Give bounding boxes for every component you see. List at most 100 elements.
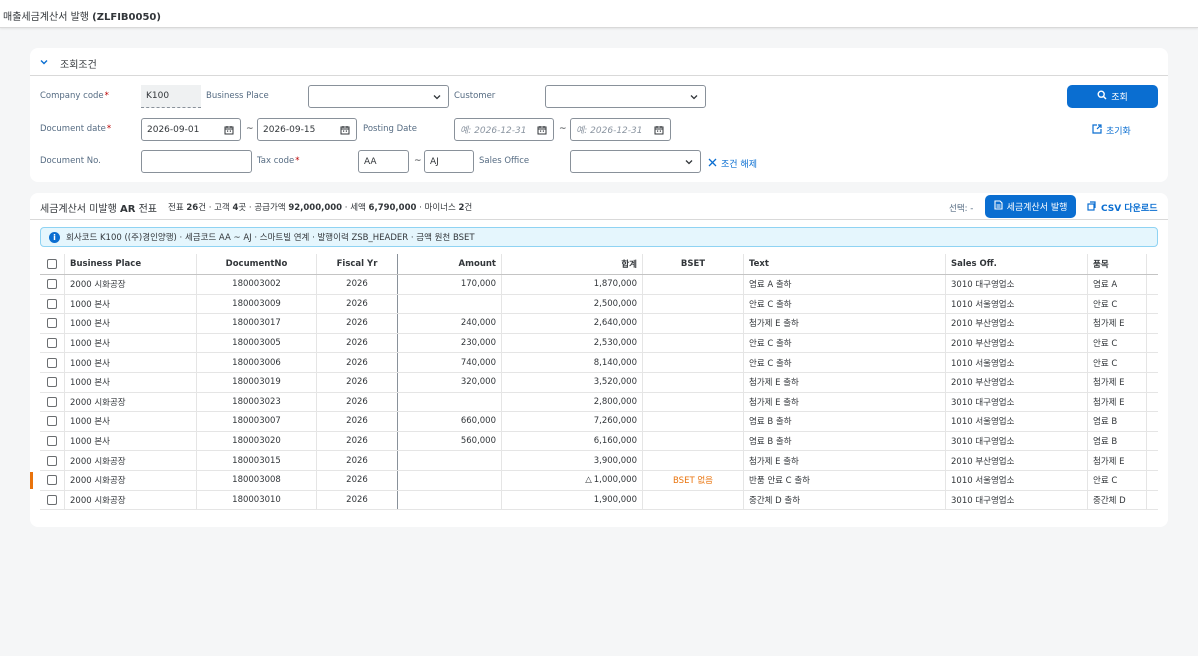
item-cell: 안료 C	[1088, 353, 1147, 372]
table-row[interactable]: 2000 시화공장 180003023 2026 2,800,000 첨가제 E 출하 3…	[40, 392, 1158, 413]
table-row[interactable]: 2000 시화공장 180003008 2026 △ 1,000,000 BSET 없음 반…	[30, 470, 1158, 491]
table-row[interactable]: 1000 본사 180003020 2026 560,000 6,160,000 염료 B…	[40, 431, 1158, 452]
row-checkbox[interactable]	[47, 396, 57, 407]
table-row[interactable]: 2000 시화공장 180003002 2026 170,000 1,870,000 염료…	[40, 275, 1158, 295]
search-button[interactable]: 조회	[1067, 85, 1158, 108]
row-checkbox[interactable]	[47, 298, 57, 309]
table-panel: 세금계산서 미발행 AR 전표 전표 26건 · 고객 4곳 · 공급가액 92…	[30, 193, 1168, 527]
row-checkbox[interactable]	[47, 357, 57, 368]
business-place-cell: 2000 시화공장	[65, 490, 197, 510]
col-text[interactable]: Text	[744, 254, 946, 274]
select-all-checkbox[interactable]	[47, 259, 57, 269]
table-row[interactable]: 1000 본사 180003009 2026 2,500,000 안료 C 출하 1010…	[40, 294, 1158, 315]
fiscal-year-cell: 2026	[317, 372, 398, 392]
calendar-icon[interactable]	[653, 124, 665, 136]
business-place-select[interactable]	[308, 85, 449, 108]
search-button-label: 조회	[1111, 93, 1128, 103]
amount-cell: 320,000	[398, 372, 502, 392]
business-place-cell: 1000 본사	[65, 412, 197, 431]
bset-cell	[643, 275, 744, 294]
table-toolbar: 세금계산서 미발행 AR 전표 전표 26건 · 고객 4곳 · 공급가액 92…	[30, 193, 1168, 220]
info-icon: i	[49, 231, 60, 243]
col-amount[interactable]: Amount	[398, 254, 502, 274]
customer-select[interactable]	[545, 85, 706, 108]
table-row[interactable]: 2000 시화공장 180003015 2026 3,900,000 첨가제 E 출하 2…	[40, 451, 1158, 471]
row-checkbox[interactable]	[47, 436, 57, 447]
row-warning-marker	[30, 471, 33, 489]
table-row[interactable]: 1000 본사 180003006 2026 740,000 8,140,000 안료 C…	[40, 353, 1158, 373]
posting-date-from[interactable]: 예: 2026-12-31	[454, 118, 554, 141]
ar-documents-table: Business Place DocumentNo Fiscal Yr Amou…	[30, 254, 1158, 511]
calendar-icon[interactable]	[536, 124, 548, 136]
csv-download-button[interactable]: CSV 다운로드	[1087, 201, 1157, 214]
document-no-cell: 180003009	[197, 294, 317, 314]
row-checkbox[interactable]	[47, 455, 57, 466]
tax-code-from[interactable]: AA	[358, 150, 409, 173]
row-checkbox[interactable]	[47, 338, 57, 349]
business-place-cell: 1000 본사	[65, 294, 197, 314]
fiscal-year-cell: 2026	[317, 294, 398, 314]
text-cell: 염료 A 출하	[744, 275, 946, 294]
sales-office-cell: 2010 부산영업소	[946, 333, 1088, 353]
row-select-cell	[40, 431, 65, 451]
table-row[interactable]: 1000 본사 180003019 2026 320,000 3,520,000 첨가제 …	[40, 372, 1158, 393]
document-no-cell: 180003020	[197, 431, 317, 451]
row-checkbox[interactable]	[47, 377, 57, 388]
table-row[interactable]: 1000 본사 180003005 2026 230,000 2,530,000 안료 C…	[40, 333, 1158, 354]
table-row[interactable]: 2000 시화공장 180003010 2026 1,900,000 중간체 D 출하 3…	[40, 490, 1158, 511]
chevron-down-icon	[688, 91, 700, 103]
bset-cell	[643, 392, 744, 412]
chevron-down-icon	[431, 91, 443, 103]
table-row[interactable]: 1000 본사 180003017 2026 240,000 2,640,000 첨가제 …	[40, 314, 1158, 334]
document-date-from[interactable]: 2026-09-01	[141, 118, 241, 141]
text-cell: 안료 C 출하	[744, 333, 946, 353]
document-date-to[interactable]: 2026-09-15	[257, 118, 357, 141]
row-checkbox[interactable]	[47, 494, 57, 505]
fiscal-year-cell: 2026	[317, 353, 398, 372]
chevron-down-icon[interactable]	[39, 57, 49, 67]
row-checkbox[interactable]	[47, 475, 57, 486]
tax-code-to[interactable]: AJ	[424, 150, 474, 173]
selection-status: 선택: -	[949, 204, 974, 214]
total-value: 1,000,000	[593, 475, 637, 486]
calendar-icon[interactable]	[223, 124, 235, 136]
fiscal-year-cell: 2026	[317, 431, 398, 451]
col-bset[interactable]: BSET	[643, 254, 744, 274]
filter-header[interactable]: 조회조건	[30, 48, 1168, 76]
col-item[interactable]: 품목	[1088, 254, 1147, 274]
document-no-cell: 180003007	[197, 412, 317, 431]
item-cell: 첨가제 E	[1088, 314, 1147, 333]
bset-cell	[643, 314, 744, 333]
total-cell: 2,500,000	[502, 294, 643, 314]
row-checkbox[interactable]	[47, 318, 57, 329]
row-select-cell	[40, 353, 65, 372]
calendar-icon[interactable]	[339, 124, 351, 136]
row-checkbox[interactable]	[47, 279, 57, 290]
item-cell: 안료 C	[1088, 333, 1147, 353]
bset-cell: BSET 없음	[643, 470, 744, 490]
col-business-place[interactable]: Business Place	[65, 254, 197, 274]
app-title-text: 매출세금계산서 발행	[3, 12, 93, 23]
total-cell: 3,900,000	[502, 451, 643, 470]
issue-invoice-button[interactable]: 세금계산서 발행	[985, 195, 1076, 218]
amount-cell	[398, 294, 502, 314]
row-select-cell	[40, 392, 65, 412]
business-place-cell: 2000 시화공장	[65, 451, 197, 470]
document-no-label: Document No.	[40, 156, 101, 166]
col-document-no[interactable]: DocumentNo	[197, 254, 317, 274]
sales-office-select[interactable]	[570, 150, 701, 173]
col-sales-office[interactable]: Sales Off.	[946, 254, 1088, 274]
item-cell: 중간체 D	[1088, 490, 1147, 510]
table-row[interactable]: 1000 본사 180003007 2026 660,000 7,260,000 염료 B…	[40, 412, 1158, 432]
posting-date-to[interactable]: 예: 2026-12-31	[570, 118, 671, 141]
row-checkbox[interactable]	[47, 416, 57, 427]
fiscal-year-cell: 2026	[317, 470, 398, 490]
document-no-input[interactable]	[141, 150, 252, 173]
reset-button[interactable]: 초기화	[1092, 124, 1131, 137]
col-total[interactable]: 합계	[502, 254, 643, 274]
app-code: (ZLFIB0050)	[92, 12, 161, 23]
sales-office-cell: 3010 대구영업소	[946, 392, 1088, 412]
document-no-cell: 180003002	[197, 275, 317, 294]
col-fiscal-year[interactable]: Fiscal Yr	[317, 254, 398, 274]
clear-conditions-button[interactable]: 조건 해제	[708, 157, 757, 170]
